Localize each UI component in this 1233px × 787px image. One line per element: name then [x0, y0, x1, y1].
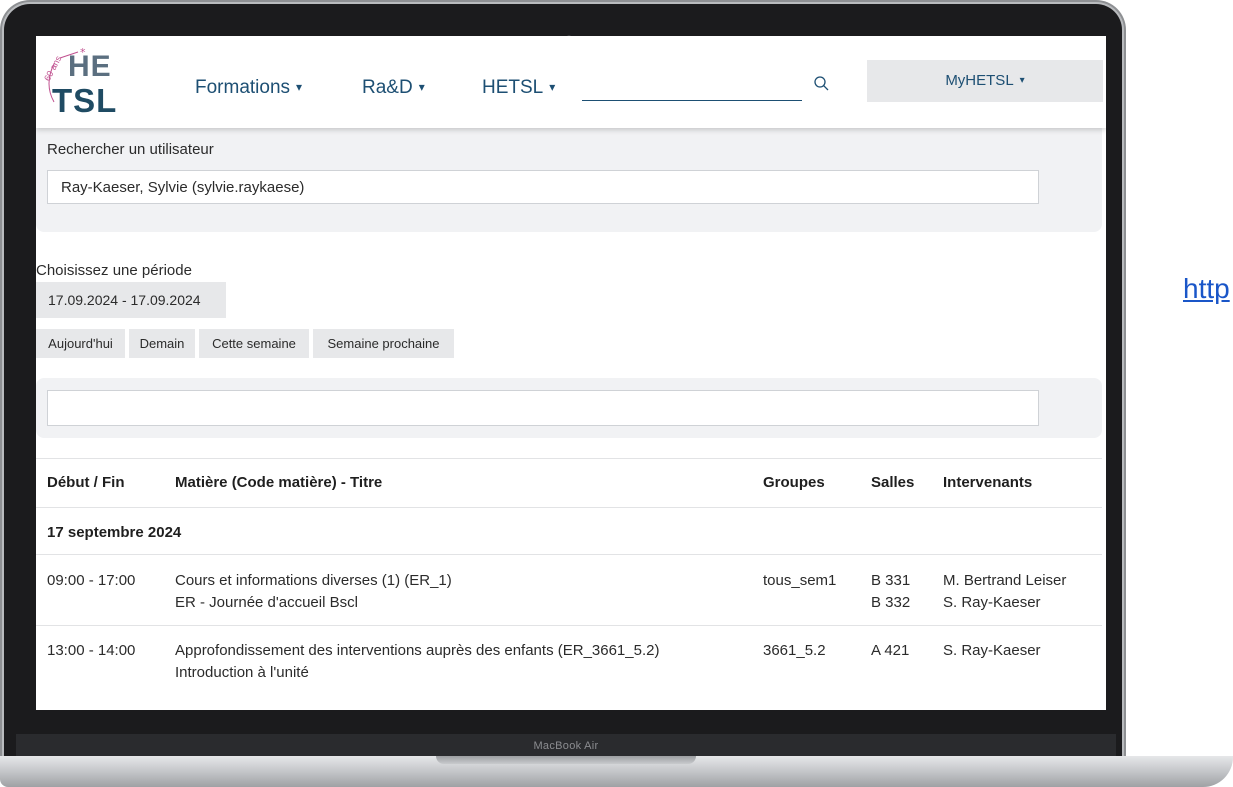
this-week-button[interactable]: Cette semaine	[199, 329, 309, 358]
logo-he: HE	[68, 50, 112, 83]
row-group: 3661_5.2	[763, 642, 826, 659]
nav-rad-label: Ra&D	[362, 77, 413, 98]
search-input[interactable]	[582, 76, 804, 100]
row-subject: Cours et informations diverses (1) (ER_1…	[175, 572, 452, 589]
table-top-divider	[36, 458, 1102, 459]
myhetsl-menu-button[interactable]: MyHETSL ▾	[867, 60, 1103, 102]
caret-down-icon: ▾	[549, 80, 556, 94]
row-subject: Approfondissement des interventions aupr…	[175, 642, 660, 659]
row-time: 09:00 - 17:00	[47, 572, 136, 589]
nav-formations-label: Formations	[195, 77, 291, 98]
nav-rad[interactable]: Ra&D ▾	[362, 77, 425, 99]
user-search-panel: Rechercher un utilisateur Ray-Kaeser, Sy…	[36, 128, 1102, 232]
filter-panel	[36, 378, 1102, 438]
row-room: B 331	[871, 572, 911, 589]
device-brand-label: MacBook Air	[533, 740, 599, 752]
browser-screen: * 60 ans HE TSL Formations ▾ Ra&D ▾ HETSL ▾…	[36, 36, 1106, 710]
table-divider	[36, 625, 1102, 626]
site-header: * 60 ans HE TSL Formations ▾ Ra&D ▾ HETSL ▾…	[36, 36, 1106, 128]
today-button[interactable]: Aujourd'hui	[36, 329, 125, 358]
table-divider	[36, 507, 1102, 508]
nav-hetsl-label: HETSL	[482, 77, 544, 98]
nav-formations[interactable]: Formations ▾	[195, 77, 302, 99]
side-link[interactable]: http	[1183, 273, 1230, 305]
period-date-range[interactable]: 17.09.2024 - 17.09.2024	[36, 282, 226, 318]
row-group: tous_sem1	[763, 572, 837, 589]
row-room: A 421	[871, 642, 910, 659]
period-label: Choisissez une période	[36, 262, 192, 279]
caret-down-icon: ▾	[296, 80, 303, 94]
search-underline	[582, 99, 802, 101]
row-title: Introduction à l'unité	[175, 664, 309, 681]
user-search-label: Rechercher un utilisateur	[47, 141, 214, 158]
header-speakers: Intervenants	[943, 474, 1033, 491]
header-rooms: Salles	[871, 474, 915, 491]
caret-down-icon: ▾	[1019, 75, 1025, 86]
header-start-end: Début / Fin	[47, 474, 125, 491]
search-icon[interactable]	[813, 75, 831, 93]
nav-hetsl[interactable]: HETSL ▾	[482, 77, 555, 99]
myhetsl-label: MyHETSL	[945, 72, 1014, 89]
header-subject: Matière (Code matière) - Titre	[175, 474, 383, 491]
filter-input[interactable]	[47, 390, 1039, 426]
date-group-heading: 17 septembre 2024	[47, 524, 182, 541]
tomorrow-button[interactable]: Demain	[129, 329, 195, 358]
side-link-clip: http	[1183, 265, 1233, 309]
laptop-notch	[436, 756, 696, 764]
row-room: B 332	[871, 594, 911, 611]
logo-tsl: TSL	[52, 82, 118, 119]
row-time: 13:00 - 14:00	[47, 642, 136, 659]
caret-down-icon: ▾	[418, 80, 425, 94]
row-speaker: S. Ray-Kaeser	[943, 594, 1041, 611]
row-speaker: M. Bertrand Leiser	[943, 572, 1067, 589]
row-speaker: S. Ray-Kaeser	[943, 642, 1041, 659]
next-week-button[interactable]: Semaine prochaine	[313, 329, 454, 358]
row-title: ER - Journée d'accueil Bscl	[175, 594, 358, 611]
header-groups: Groupes	[763, 474, 825, 491]
user-search-field[interactable]: Ray-Kaeser, Sylvie (sylvie.raykaese)	[47, 170, 1039, 204]
table-divider	[36, 554, 1102, 555]
hetsl-logo[interactable]: * 60 ans HE TSL	[40, 44, 120, 122]
